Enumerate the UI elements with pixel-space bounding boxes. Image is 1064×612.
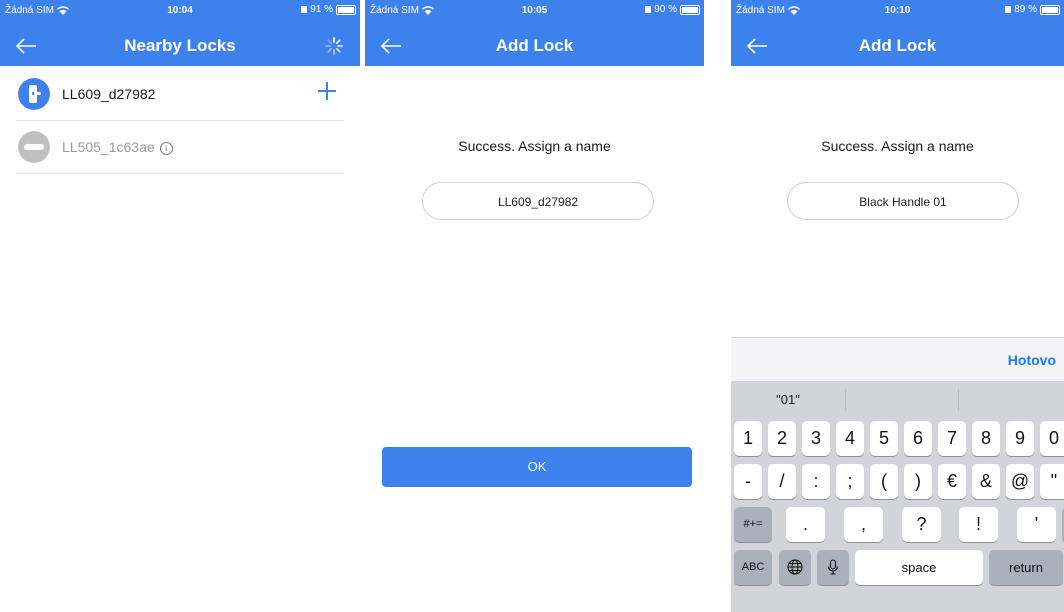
key-1[interactable]: 1 [734, 421, 762, 456]
battery-icon [336, 4, 356, 15]
key-7[interactable]: 7 [938, 421, 966, 456]
lock-name-input[interactable]: LL609_d27982 [422, 182, 654, 220]
key-6[interactable]: 6 [904, 421, 932, 456]
key-comma[interactable]: , [844, 507, 883, 542]
key-5[interactable]: 5 [870, 421, 898, 456]
battery-percent: 90 % [654, 4, 677, 15]
page-title: Add Lock [858, 36, 937, 55]
key-ampersand[interactable]: & [972, 464, 1000, 499]
nav-bar: Add Lock [731, 30, 1064, 62]
lock-name-input[interactable]: Black Handle 01 [787, 182, 1019, 220]
rotation-lock-icon [645, 6, 652, 13]
key-0[interactable]: 0 [1040, 421, 1064, 456]
handle-lock-icon [18, 131, 50, 163]
key-paren-close[interactable]: ) [904, 464, 932, 499]
key-euro[interactable]: € [938, 464, 966, 499]
globe-icon[interactable] [779, 550, 811, 585]
screen-nearby-locks: Žádná SIM 10:04 91 % Nearby Locks LL609_… [0, 0, 360, 612]
page-title: Nearby Locks [124, 36, 236, 55]
spinner-icon [325, 37, 343, 55]
list-item[interactable]: LL609_d27982 [16, 68, 344, 121]
suggestion-bar: "01" [731, 381, 1064, 419]
suggestion-item[interactable] [959, 381, 1064, 419]
battery-percent: 91 % [310, 4, 333, 15]
key-question[interactable]: ? [902, 507, 941, 542]
status-bar: Žádná SIM 10:10 89 % [731, 0, 1064, 22]
lock-name: LL609_d27982 [62, 86, 156, 102]
keyboard: "01" 1 2 3 4 5 6 7 8 9 0 - / : ; ( ) € &… [731, 381, 1064, 612]
screen-add-lock-keyboard: Žádná SIM 10:10 89 % Add Lock Success. A… [731, 0, 1064, 612]
plus-icon[interactable] [316, 80, 338, 102]
key-9[interactable]: 9 [1006, 421, 1034, 456]
microphone-icon[interactable] [817, 550, 849, 585]
key-hyphen[interactable]: - [734, 464, 762, 499]
battery-icon [680, 4, 700, 15]
nav-bar: Nearby Locks [0, 30, 360, 62]
key-paren-open[interactable]: ( [870, 464, 898, 499]
key-apostrophe[interactable]: ' [1017, 507, 1056, 542]
page-title: Add Lock [495, 36, 574, 55]
ok-button[interactable]: OK [382, 447, 692, 487]
key-2[interactable]: 2 [768, 421, 796, 456]
key-quote[interactable]: " [1040, 464, 1064, 499]
header-bar: Žádná SIM 10:05 90 % Add Lock [365, 0, 704, 66]
space-key[interactable]: space [855, 550, 983, 585]
key-symbols[interactable]: #+= [734, 507, 772, 542]
key-slash[interactable]: / [768, 464, 796, 499]
success-message: Success. Assign a name [458, 138, 611, 154]
key-abc[interactable]: ABC [734, 550, 772, 585]
status-bar: Žádná SIM 10:05 90 % [365, 0, 704, 22]
list-item[interactable]: LL505_1c63ae i [16, 121, 344, 174]
done-button[interactable]: Hotovo [1008, 352, 1056, 368]
keyboard-toolbar: Hotovo [731, 337, 1064, 382]
status-bar: Žádná SIM 10:04 91 % [0, 0, 360, 22]
key-8[interactable]: 8 [972, 421, 1000, 456]
return-key[interactable]: return [989, 550, 1063, 585]
suggestion-item[interactable] [846, 381, 958, 419]
key-semicolon[interactable]: ; [836, 464, 864, 499]
rotation-lock-icon [301, 6, 308, 13]
nav-bar: Add Lock [365, 30, 704, 62]
header-bar: Žádná SIM 10:10 89 % Add Lock [731, 0, 1064, 66]
battery-percent: 89 % [1014, 4, 1037, 15]
key-3[interactable]: 3 [802, 421, 830, 456]
rotation-lock-icon [1005, 6, 1012, 13]
key-colon[interactable]: : [802, 464, 830, 499]
door-lock-icon [18, 78, 50, 110]
key-exclamation[interactable]: ! [959, 507, 998, 542]
success-message: Success. Assign a name [821, 138, 974, 154]
screen-add-lock: Žádná SIM 10:05 90 % Add Lock Success. A… [365, 0, 704, 612]
suggestion-item[interactable]: "01" [731, 381, 845, 419]
header-bar: Žádná SIM 10:04 91 % Nearby Locks [0, 0, 360, 66]
battery-icon [1040, 4, 1060, 15]
key-at[interactable]: @ [1006, 464, 1034, 499]
info-icon[interactable]: i [159, 142, 173, 155]
lock-name: LL505_1c63ae [62, 139, 155, 155]
key-4[interactable]: 4 [836, 421, 864, 456]
key-period[interactable]: . [786, 507, 825, 542]
